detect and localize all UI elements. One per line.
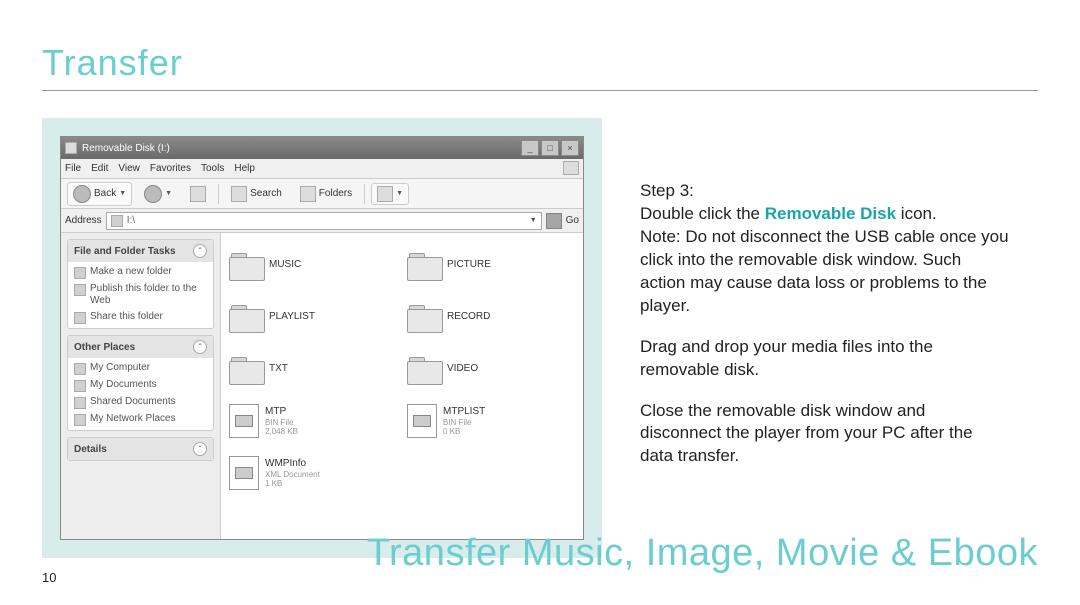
chevron-down-icon[interactable]: ˇ	[193, 442, 207, 456]
file-item[interactable]: MTPLISTBIN File0 KB	[407, 397, 575, 445]
item-name: MTP	[265, 406, 298, 418]
folder-item[interactable]: MUSIC	[229, 241, 397, 289]
folder-icon	[407, 303, 441, 331]
menu-view[interactable]: View	[118, 163, 140, 174]
item-meta: XML Document	[265, 470, 320, 479]
folder-item[interactable]: PICTURE	[407, 241, 575, 289]
chevron-up-icon[interactable]: ˆ	[193, 340, 207, 354]
page-number: 10	[42, 570, 56, 585]
drive-icon	[65, 142, 77, 154]
titlebar: Removable Disk (I:) _ □ ×	[61, 137, 583, 159]
item-name: TXT	[269, 363, 288, 375]
sidebar-item[interactable]: Make a new folder	[74, 266, 207, 279]
sidebar-item[interactable]: My Documents	[74, 379, 207, 392]
item-name: MUSIC	[269, 259, 301, 271]
window-title: Removable Disk (I:)	[82, 143, 170, 154]
maximize-button[interactable]: □	[541, 140, 559, 156]
minimize-button[interactable]: _	[521, 140, 539, 156]
windows-flag-icon	[563, 161, 579, 175]
line1a: Double click the	[640, 204, 765, 223]
chevron-up-icon[interactable]: ˆ	[193, 244, 207, 258]
forward-button[interactable]: ▼	[138, 182, 178, 206]
folder-item[interactable]: RECORD	[407, 293, 575, 341]
sidebar-item[interactable]: Share this folder	[74, 311, 207, 324]
panel3-title: Details	[74, 444, 107, 455]
sidebar-item[interactable]: My Network Places	[74, 413, 207, 426]
folder-item[interactable]: TXT	[229, 345, 397, 393]
xp-window: Removable Disk (I:) _ □ × File Edit View…	[60, 136, 584, 540]
folder-icon	[407, 355, 441, 383]
go-label[interactable]: Go	[566, 215, 579, 226]
file-item[interactable]: MTPBIN File2,048 KB	[229, 397, 397, 445]
file-icon	[229, 456, 259, 490]
item-name: PLAYLIST	[269, 311, 315, 323]
note-text: Note: Do not disconnect the USB cable on…	[640, 227, 1009, 315]
panel1-title: File and Folder Tasks	[74, 246, 176, 257]
screenshot-frame: Removable Disk (I:) _ □ × File Edit View…	[42, 118, 602, 558]
panel-other-places: Other Places ˆ My Computer My Documents S…	[67, 335, 214, 431]
instructions: Step 3: Double click the Removable Disk …	[640, 180, 1010, 486]
shared-docs-icon	[74, 397, 86, 409]
menu-tools[interactable]: Tools	[201, 163, 224, 174]
menu-help[interactable]: Help	[234, 163, 255, 174]
step-label: Step 3:	[640, 181, 694, 200]
item-name: MTPLIST	[443, 406, 485, 418]
back-button[interactable]: Back▼	[67, 182, 132, 206]
panel2-title: Other Places	[74, 342, 135, 353]
item-name: PICTURE	[447, 259, 491, 271]
page-title: Transfer	[42, 42, 183, 84]
instruction-p2: Drag and drop your media files into the …	[640, 336, 1010, 382]
drive-small-icon	[111, 215, 123, 227]
sidebar-item[interactable]: My Computer	[74, 362, 207, 375]
file-icon	[407, 404, 437, 438]
sidebar: File and Folder Tasks ˆ Make a new folder…	[61, 233, 221, 539]
title-rule	[42, 90, 1038, 91]
documents-icon	[74, 380, 86, 392]
folders-button[interactable]: Folders	[294, 183, 358, 205]
up-button[interactable]	[184, 183, 212, 205]
go-icon[interactable]	[546, 213, 562, 229]
views-button[interactable]: ▼	[371, 183, 409, 205]
folder-item[interactable]: PLAYLIST	[229, 293, 397, 341]
menu-file[interactable]: File	[65, 163, 81, 174]
item-meta: 1 KB	[265, 479, 320, 488]
folder-icon	[229, 303, 263, 331]
item-name: WMPInfo	[265, 458, 320, 470]
address-bar: Address I:\ ▼ Go	[61, 209, 583, 233]
folder-item[interactable]: VIDEO	[407, 345, 575, 393]
network-places-icon	[74, 414, 86, 426]
file-item[interactable]: WMPInfoXML Document1 KB	[229, 449, 397, 497]
item-meta: BIN File	[443, 418, 485, 427]
panel-details: Details ˇ	[67, 437, 214, 461]
close-button[interactable]: ×	[561, 140, 579, 156]
item-name: VIDEO	[447, 363, 478, 375]
folder-icon	[229, 355, 263, 383]
sidebar-item[interactable]: Shared Documents	[74, 396, 207, 409]
item-meta: 0 KB	[443, 427, 485, 436]
panel-file-tasks: File and Folder Tasks ˆ Make a new folder…	[67, 239, 214, 329]
address-label: Address	[65, 215, 102, 226]
item-name: RECORD	[447, 311, 490, 323]
search-button[interactable]: Search	[225, 183, 288, 205]
computer-icon	[74, 363, 86, 375]
menubar: File Edit View Favorites Tools Help	[61, 159, 583, 179]
item-meta: BIN File	[265, 418, 298, 427]
folder-new-icon	[74, 267, 86, 279]
menu-edit[interactable]: Edit	[91, 163, 108, 174]
share-icon	[74, 312, 86, 324]
content-pane[interactable]: MUSICPICTUREPLAYLISTRECORDTXTVIDEOMTPBIN…	[221, 233, 583, 539]
globe-icon	[74, 284, 86, 296]
folder-icon	[407, 251, 441, 279]
menu-favorites[interactable]: Favorites	[150, 163, 191, 174]
file-icon	[229, 404, 259, 438]
address-input[interactable]: I:\ ▼	[106, 212, 542, 230]
item-meta: 2,048 KB	[265, 427, 298, 436]
toolbar: Back▼ ▼ Search Folders ▼	[61, 179, 583, 209]
folder-icon	[229, 251, 263, 279]
removable-disk-label: Removable Disk	[765, 204, 896, 223]
instruction-p3: Close the removable disk window and disc…	[640, 400, 1010, 469]
line1c: icon.	[896, 204, 937, 223]
sidebar-item[interactable]: Publish this folder to the Web	[74, 283, 207, 307]
section-title: Transfer Music, Image, Movie & Ebook	[367, 532, 1038, 575]
